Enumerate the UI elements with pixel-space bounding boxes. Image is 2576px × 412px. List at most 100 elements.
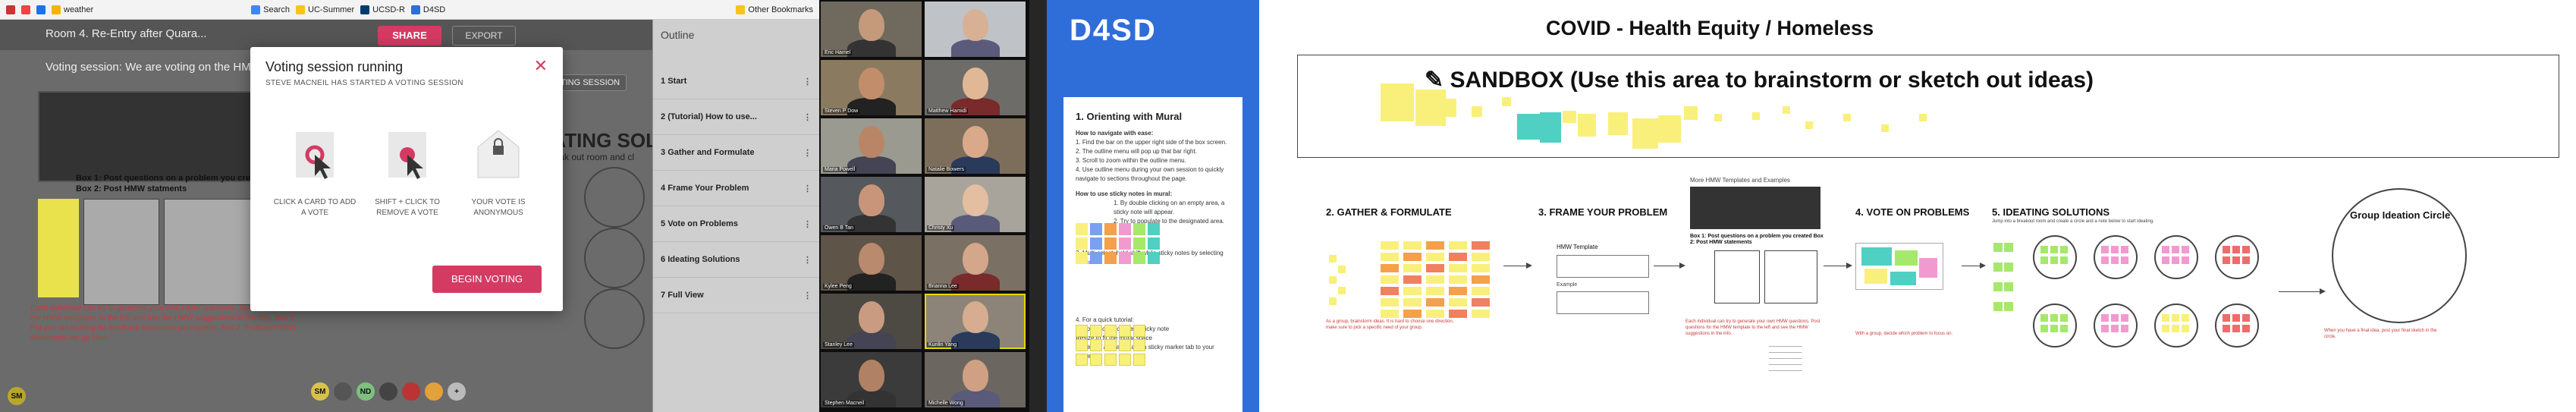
sticky-note[interactable] (1104, 325, 1117, 337)
sticky-note[interactable] (1090, 237, 1102, 250)
sticky-note[interactable] (1895, 250, 1918, 266)
more-icon[interactable]: ⋮ (803, 77, 812, 86)
sticky-note[interactable] (1076, 252, 1088, 264)
sticky-note[interactable] (1133, 237, 1145, 250)
team-circle[interactable] (584, 228, 645, 288)
video-tile[interactable]: Matthew Hamidi (925, 60, 1026, 115)
sticky-note[interactable] (1993, 263, 2003, 272)
sticky-note[interactable] (2050, 246, 2058, 253)
avatar[interactable]: ND (357, 382, 375, 401)
sticky-note[interactable] (2162, 246, 2169, 253)
sticky-note[interactable] (2111, 314, 2119, 322)
sticky-note[interactable] (1449, 287, 1467, 295)
sticky-note[interactable] (1090, 354, 1102, 366)
sticky-note[interactable] (2040, 314, 2048, 322)
sticky-note[interactable] (1381, 241, 1399, 250)
sticky-note[interactable] (1119, 252, 1131, 264)
sticky-note[interactable] (1403, 287, 1422, 295)
sticky-note[interactable] (1517, 114, 1540, 140)
team-circle[interactable] (584, 288, 645, 349)
sticky-note[interactable] (2040, 325, 2048, 332)
sticky-note[interactable] (1329, 297, 1337, 305)
sticky-note[interactable] (2121, 256, 2128, 264)
sticky-note[interactable] (2121, 314, 2128, 322)
sticky-note[interactable] (1472, 287, 1490, 295)
sticky-note[interactable] (2121, 325, 2128, 332)
begin-voting-button[interactable]: BEGIN VOTING (432, 266, 542, 293)
sticky-note[interactable] (1076, 237, 1088, 250)
sticky-note[interactable] (2050, 256, 2058, 264)
sticky-note[interactable] (1104, 339, 1117, 351)
current-user-avatar[interactable]: SM (8, 387, 26, 405)
sticky-note[interactable] (1119, 223, 1131, 235)
sticky-note[interactable] (1104, 237, 1117, 250)
sticky-note[interactable] (1090, 252, 1102, 264)
video-tile[interactable]: Christy Xu (925, 177, 1026, 232)
sticky-note[interactable] (1090, 339, 1102, 351)
avatar[interactable] (402, 382, 420, 401)
sticky-note[interactable] (2242, 325, 2250, 332)
sticky-note[interactable] (1881, 124, 1889, 132)
sticky-note[interactable] (2101, 314, 2109, 322)
video-tile[interactable]: Natalie Bowers (925, 118, 1026, 174)
sticky-note[interactable] (1381, 83, 1414, 121)
sticky-note[interactable] (1449, 241, 1467, 250)
avatar[interactable]: SM (311, 382, 329, 401)
sticky-note[interactable] (1381, 310, 1399, 318)
sticky-note[interactable] (1148, 237, 1160, 250)
video-tile[interactable]: Maria Powell (821, 118, 922, 174)
sticky-note[interactable] (1403, 310, 1422, 318)
sticky-note[interactable] (1658, 115, 1681, 143)
bookmark-other[interactable]: Other Bookmarks (736, 5, 813, 14)
sticky-note[interactable] (1632, 118, 1658, 149)
sticky-note[interactable] (1919, 258, 1937, 278)
sticky-note[interactable] (1104, 223, 1117, 235)
sticky-note[interactable] (1861, 247, 1892, 266)
sticky-note[interactable] (1684, 106, 1698, 120)
sticky-note[interactable] (2223, 314, 2230, 322)
video-tile[interactable]: Steven P Dow (821, 60, 922, 115)
sticky-note[interactable] (1133, 223, 1145, 235)
more-icon[interactable]: ⋮ (803, 184, 812, 193)
sticky-note[interactable] (1540, 112, 1561, 143)
sticky-note[interactable] (1329, 276, 1337, 284)
sticky-note[interactable] (1426, 275, 1444, 284)
export-button[interactable]: EXPORT (452, 26, 516, 46)
sticky-note[interactable] (1919, 114, 1927, 121)
sticky-note[interactable] (2004, 302, 2013, 311)
sticky-note[interactable] (1426, 241, 1444, 250)
bookmark-ucsd[interactable]: UCSD-R (360, 5, 405, 14)
bookmark-weather[interactable]: weather (52, 5, 93, 14)
outline-item[interactable]: 2 (Tutorial) How to use... ⋮ (653, 99, 819, 135)
sticky-note[interactable] (2004, 263, 2013, 272)
docs-icon[interactable] (36, 5, 46, 14)
sticky-note[interactable] (2232, 246, 2240, 253)
sticky-note[interactable] (1805, 121, 1813, 129)
add-collaborator-button[interactable]: + (448, 382, 466, 401)
sticky-note[interactable] (1148, 252, 1160, 264)
sticky-note[interactable] (1403, 264, 1422, 272)
sticky-note[interactable] (2223, 256, 2230, 264)
outline-item[interactable]: 3 Gather and Formulate ⋮ (653, 135, 819, 171)
sticky-note[interactable] (1449, 253, 1467, 261)
sticky-note[interactable] (2101, 246, 2109, 253)
outline-item[interactable]: 4 Frame Your Problem ⋮ (653, 171, 819, 206)
outline-item[interactable]: 7 Full View ⋮ (653, 278, 819, 313)
sticky-note[interactable] (2223, 325, 2230, 332)
sticky-note[interactable] (1090, 325, 1102, 337)
sticky-note[interactable] (1338, 287, 1346, 294)
sticky-note[interactable] (2242, 256, 2250, 264)
sticky-note[interactable] (1449, 310, 1467, 318)
sticky-note[interactable] (1472, 310, 1490, 318)
sticky-note[interactable] (1441, 99, 1456, 117)
box2-area[interactable] (164, 199, 262, 305)
sticky-note[interactable] (2232, 325, 2240, 332)
sticky-note[interactable] (1104, 252, 1117, 264)
video-tile[interactable]: Eric Hamel (821, 2, 922, 57)
sticky-note[interactable] (2162, 325, 2169, 332)
outline-item[interactable]: 1 Start ⋮ (653, 64, 819, 99)
share-button[interactable]: SHARE (378, 26, 441, 46)
sticky-note[interactable] (1472, 241, 1490, 250)
video-tile[interactable]: Michelle Wong (925, 352, 1026, 407)
sticky-note[interactable] (2172, 314, 2179, 322)
